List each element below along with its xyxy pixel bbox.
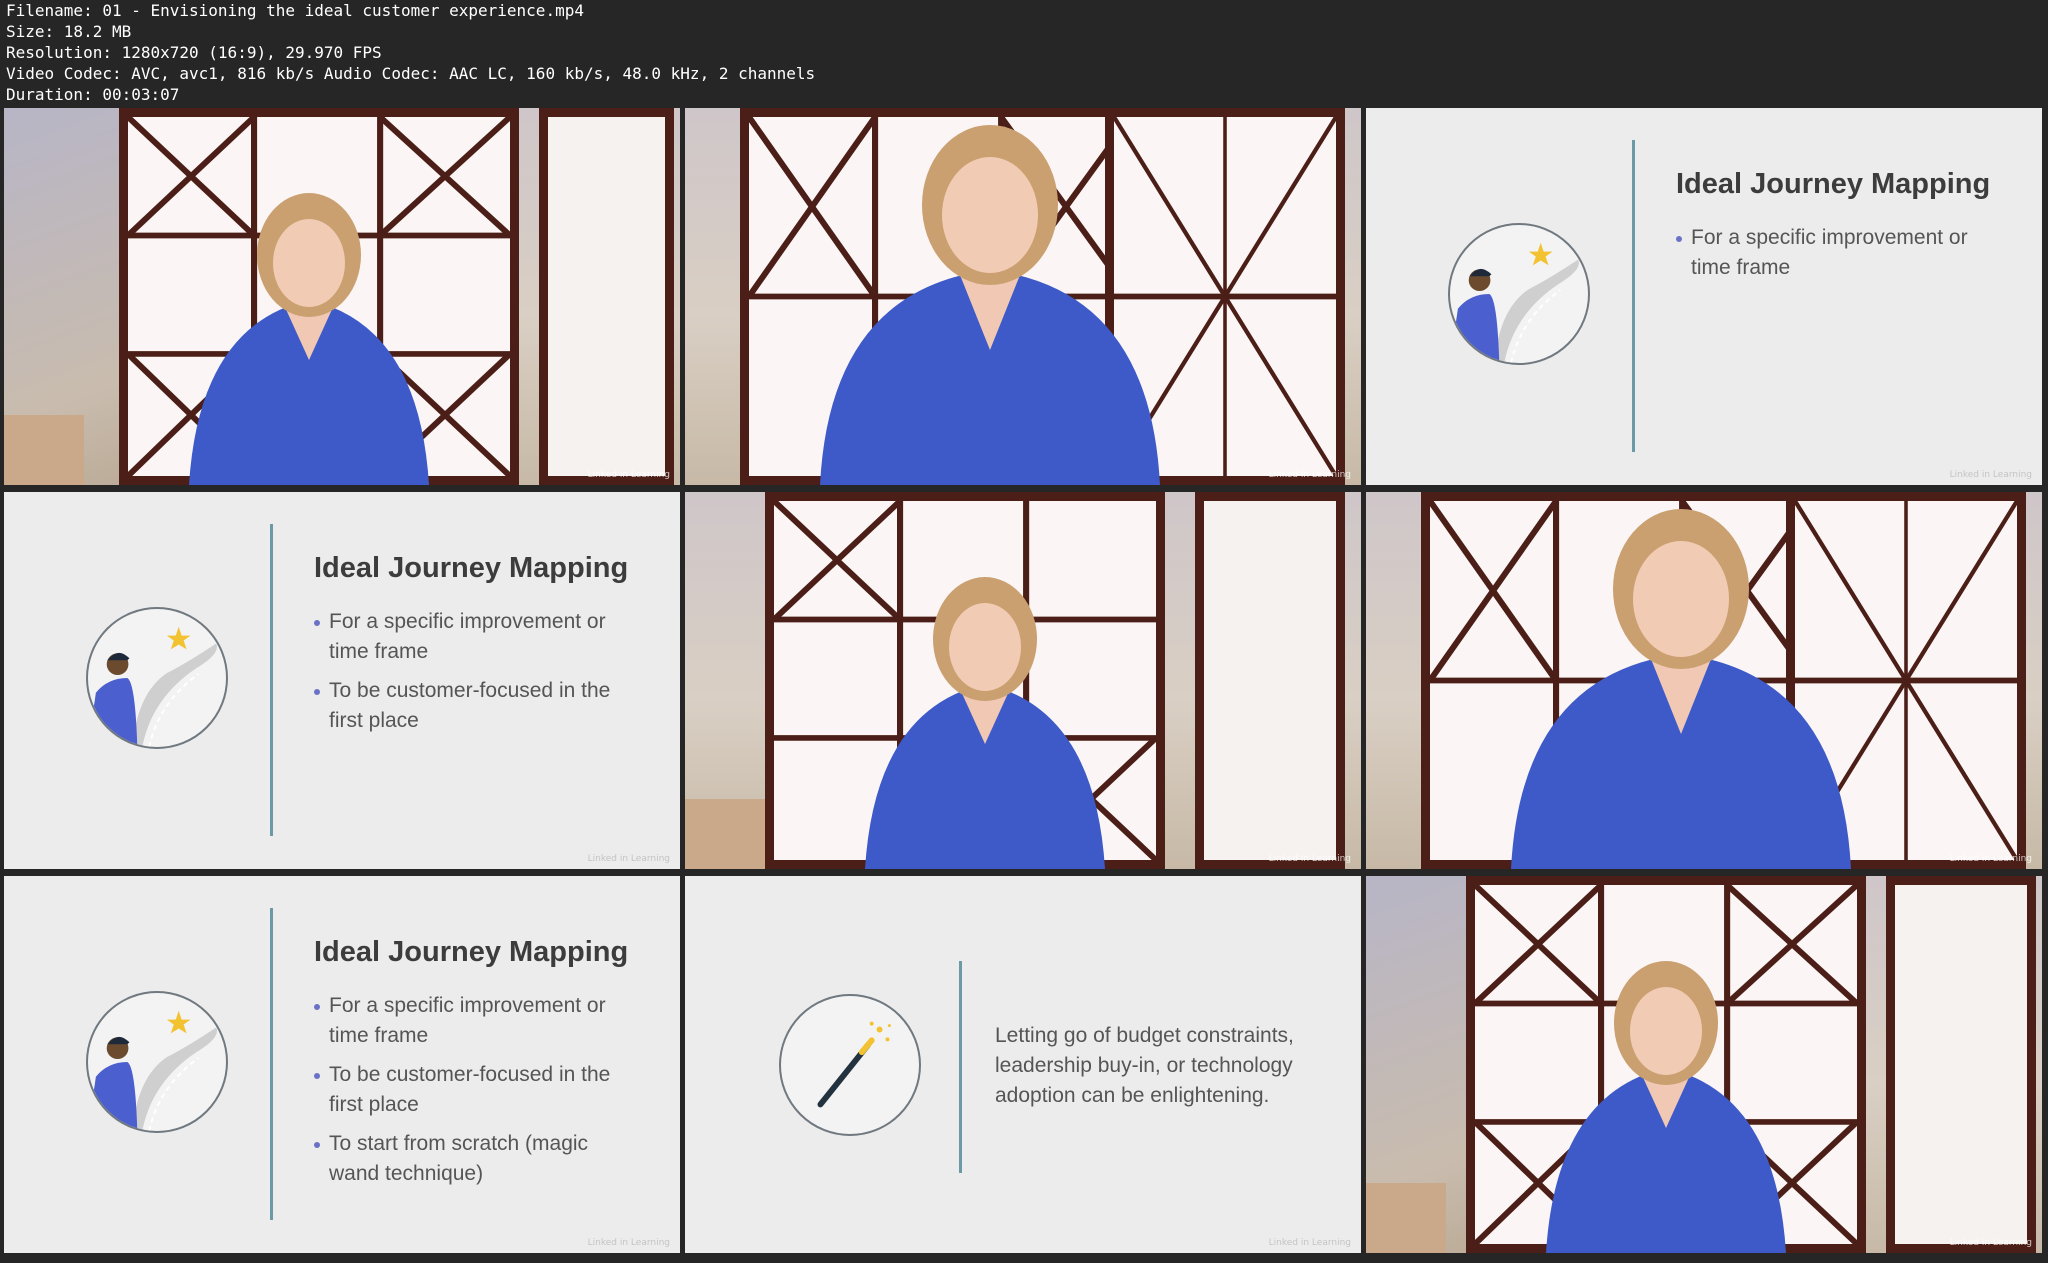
bullet-list: For a specific improvement or time frame… [314,607,629,745]
slide-quote: Letting go of budget constraints, leader… [995,1024,1294,1107]
file-resolution: Resolution: 1280x720 (16:9), 29.970 FPS [6,43,382,62]
file-codec: Video Codec: AVC, avc1, 816 kb/s Audio C… [6,64,816,83]
bullet-item: To be customer-focused in the first plac… [314,676,629,736]
presenter-scene [685,108,1361,485]
file-name: Filename: 01 - Envisioning the ideal cus… [6,1,584,20]
thumbnail-5-presenter[interactable]: Linked in Learning [685,492,1361,869]
bullet-item: For a specific improvement or time frame [314,607,629,667]
watermark: Linked in Learning [1949,854,2032,864]
divider-line [959,961,962,1173]
divider-line [1632,140,1635,452]
person-road-star-icon [1448,223,1590,365]
divider-line [270,524,273,836]
watermark: Linked in Learning [1268,470,1351,480]
magic-wand-icon [779,994,921,1136]
bullet-item: To be customer-focused in the first plac… [314,1060,629,1120]
thumbnail-9-presenter[interactable]: Linked in Learning [1366,876,2042,1253]
presenter-scene [1366,492,2042,869]
file-duration: Duration: 00:03:07 [6,85,180,104]
thumbnail-4-slide[interactable]: Ideal Journey Mapping For a specific imp… [4,492,680,869]
presenter-scene [685,492,1361,869]
file-info: Filename: 01 - Envisioning the ideal cus… [6,0,2036,105]
watermark: Linked in Learning [587,470,670,480]
slide-title: Ideal Journey Mapping [314,936,629,968]
file-size: Size: 18.2 MB [6,22,132,41]
thumbnail-6-presenter[interactable]: Linked in Learning [1366,492,2042,869]
person-road-star-icon [86,991,228,1133]
thumbnail-2-presenter[interactable]: Linked in Learning [685,108,1361,485]
thumbnail-1-presenter[interactable]: Linked in Learning [4,108,680,485]
presenter-scene [1366,876,2042,1253]
thumbnail-grid: Linked in Learning Linked in Learning Id… [4,108,2044,1258]
watermark: Linked in Learning [1268,1238,1351,1248]
slide-title: Ideal Journey Mapping [1676,168,1991,200]
person-road-star-icon [86,607,228,749]
watermark: Linked in Learning [1949,1238,2032,1248]
watermark: Linked in Learning [587,854,670,864]
watermark: Linked in Learning [587,1238,670,1248]
divider-line [270,908,273,1220]
watermark: Linked in Learning [1949,470,2032,480]
presenter-scene [4,108,680,485]
watermark: Linked in Learning [1268,854,1351,864]
thumbnail-8-slide[interactable]: Letting go of budget constraints, leader… [685,876,1361,1253]
bullet-item: For a specific improvement or time frame [1676,223,1991,283]
slide-title: Ideal Journey Mapping [314,552,629,584]
thumbnail-3-slide[interactable]: Ideal Journey Mapping For a specific imp… [1366,108,2042,485]
bullet-item: To start from scratch (magic wand techni… [314,1129,629,1189]
bullet-list: For a specific improvement or time frame… [314,991,629,1198]
bullet-item: For a specific improvement or time frame [314,991,629,1051]
bullet-list: For a specific improvement or time frame [1676,223,1991,292]
thumbnail-7-slide[interactable]: Ideal Journey Mapping For a specific imp… [4,876,680,1253]
